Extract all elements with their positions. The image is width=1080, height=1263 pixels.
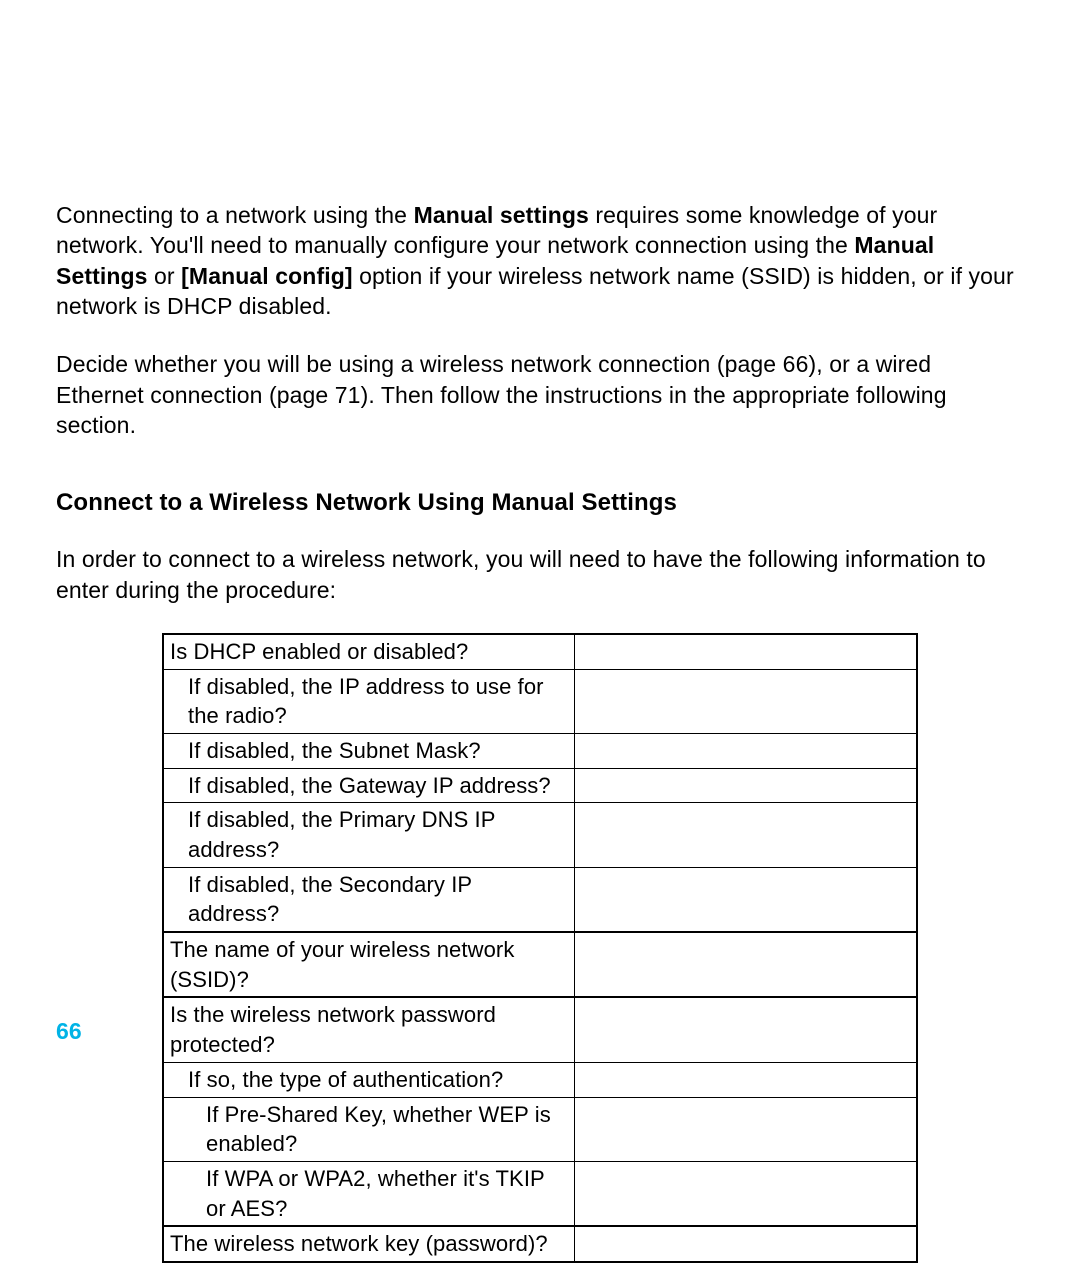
table-row: If WPA or WPA2, whether it's TKIP or AES… bbox=[163, 1161, 917, 1226]
table-row: The name of your wireless network (SSID)… bbox=[163, 932, 917, 997]
question-cell: If Pre-Shared Key, whether WEP is enable… bbox=[163, 1097, 574, 1161]
table-row: If disabled, the Secondary IP address? bbox=[163, 867, 917, 932]
answer-cell bbox=[574, 997, 917, 1062]
question-cell: The wireless network key (password)? bbox=[163, 1226, 574, 1262]
table-row: Is DHCP enabled or disabled? bbox=[163, 634, 917, 669]
intro-paragraph-3: In order to connect to a wireless networ… bbox=[56, 544, 1024, 605]
text-segment: Connecting to a network using the bbox=[56, 202, 414, 228]
question-text: Is DHCP enabled or disabled? bbox=[170, 639, 468, 664]
answer-cell bbox=[574, 932, 917, 997]
section-heading: Connect to a Wireless Network Using Manu… bbox=[56, 487, 1024, 519]
table-row: If Pre-Shared Key, whether WEP is enable… bbox=[163, 1097, 917, 1161]
question-cell: If disabled, the Subnet Mask? bbox=[163, 733, 574, 768]
question-cell: If disabled, the Primary DNS IP address? bbox=[163, 803, 574, 867]
answer-cell bbox=[574, 1097, 917, 1161]
question-text: If WPA or WPA2, whether it's TKIP or AES… bbox=[170, 1164, 568, 1223]
table-row: If disabled, the Gateway IP address? bbox=[163, 768, 917, 803]
table-row: If disabled, the Subnet Mask? bbox=[163, 733, 917, 768]
question-text: The name of your wireless network (SSID)… bbox=[170, 937, 514, 992]
page-number: 66 bbox=[56, 1016, 82, 1046]
answer-cell bbox=[574, 634, 917, 669]
answer-cell bbox=[574, 867, 917, 932]
question-cell: If disabled, the Gateway IP address? bbox=[163, 768, 574, 803]
question-text: The wireless network key (password)? bbox=[170, 1231, 548, 1256]
table-row: Is the wireless network password protect… bbox=[163, 997, 917, 1062]
question-text: If disabled, the IP address to use for t… bbox=[170, 672, 568, 731]
answer-cell bbox=[574, 669, 917, 733]
answer-cell bbox=[574, 803, 917, 867]
answer-cell bbox=[574, 1226, 917, 1262]
question-text: If disabled, the Subnet Mask? bbox=[170, 736, 481, 766]
question-cell: Is the wireless network password protect… bbox=[163, 997, 574, 1062]
question-text: If disabled, the Secondary IP address? bbox=[170, 870, 568, 929]
bold-manual-config: [Manual config] bbox=[181, 263, 352, 289]
text-segment: or bbox=[148, 263, 182, 289]
bold-manual-settings: Manual settings bbox=[414, 202, 589, 228]
question-cell: If WPA or WPA2, whether it's TKIP or AES… bbox=[163, 1161, 574, 1226]
question-text: Is the wireless network password protect… bbox=[170, 1002, 496, 1057]
question-cell: If disabled, the IP address to use for t… bbox=[163, 669, 574, 733]
question-cell: Is DHCP enabled or disabled? bbox=[163, 634, 574, 669]
intro-paragraph-1: Connecting to a network using the Manual… bbox=[56, 200, 1024, 321]
question-text: If disabled, the Primary DNS IP address? bbox=[170, 805, 568, 864]
answer-cell bbox=[574, 768, 917, 803]
answer-cell bbox=[574, 733, 917, 768]
table-row: If disabled, the Primary DNS IP address? bbox=[163, 803, 917, 867]
question-text: If Pre-Shared Key, whether WEP is enable… bbox=[170, 1100, 568, 1159]
intro-paragraph-2: Decide whether you will be using a wirel… bbox=[56, 349, 1024, 440]
table-row: The wireless network key (password)? bbox=[163, 1226, 917, 1262]
info-table: Is DHCP enabled or disabled? If disabled,… bbox=[162, 633, 918, 1263]
table-row: If disabled, the IP address to use for t… bbox=[163, 669, 917, 733]
question-cell: The name of your wireless network (SSID)… bbox=[163, 932, 574, 997]
question-cell: If disabled, the Secondary IP address? bbox=[163, 867, 574, 932]
info-table-wrap: Is DHCP enabled or disabled? If disabled,… bbox=[162, 633, 918, 1263]
question-text: If disabled, the Gateway IP address? bbox=[170, 771, 551, 801]
answer-cell bbox=[574, 1161, 917, 1226]
